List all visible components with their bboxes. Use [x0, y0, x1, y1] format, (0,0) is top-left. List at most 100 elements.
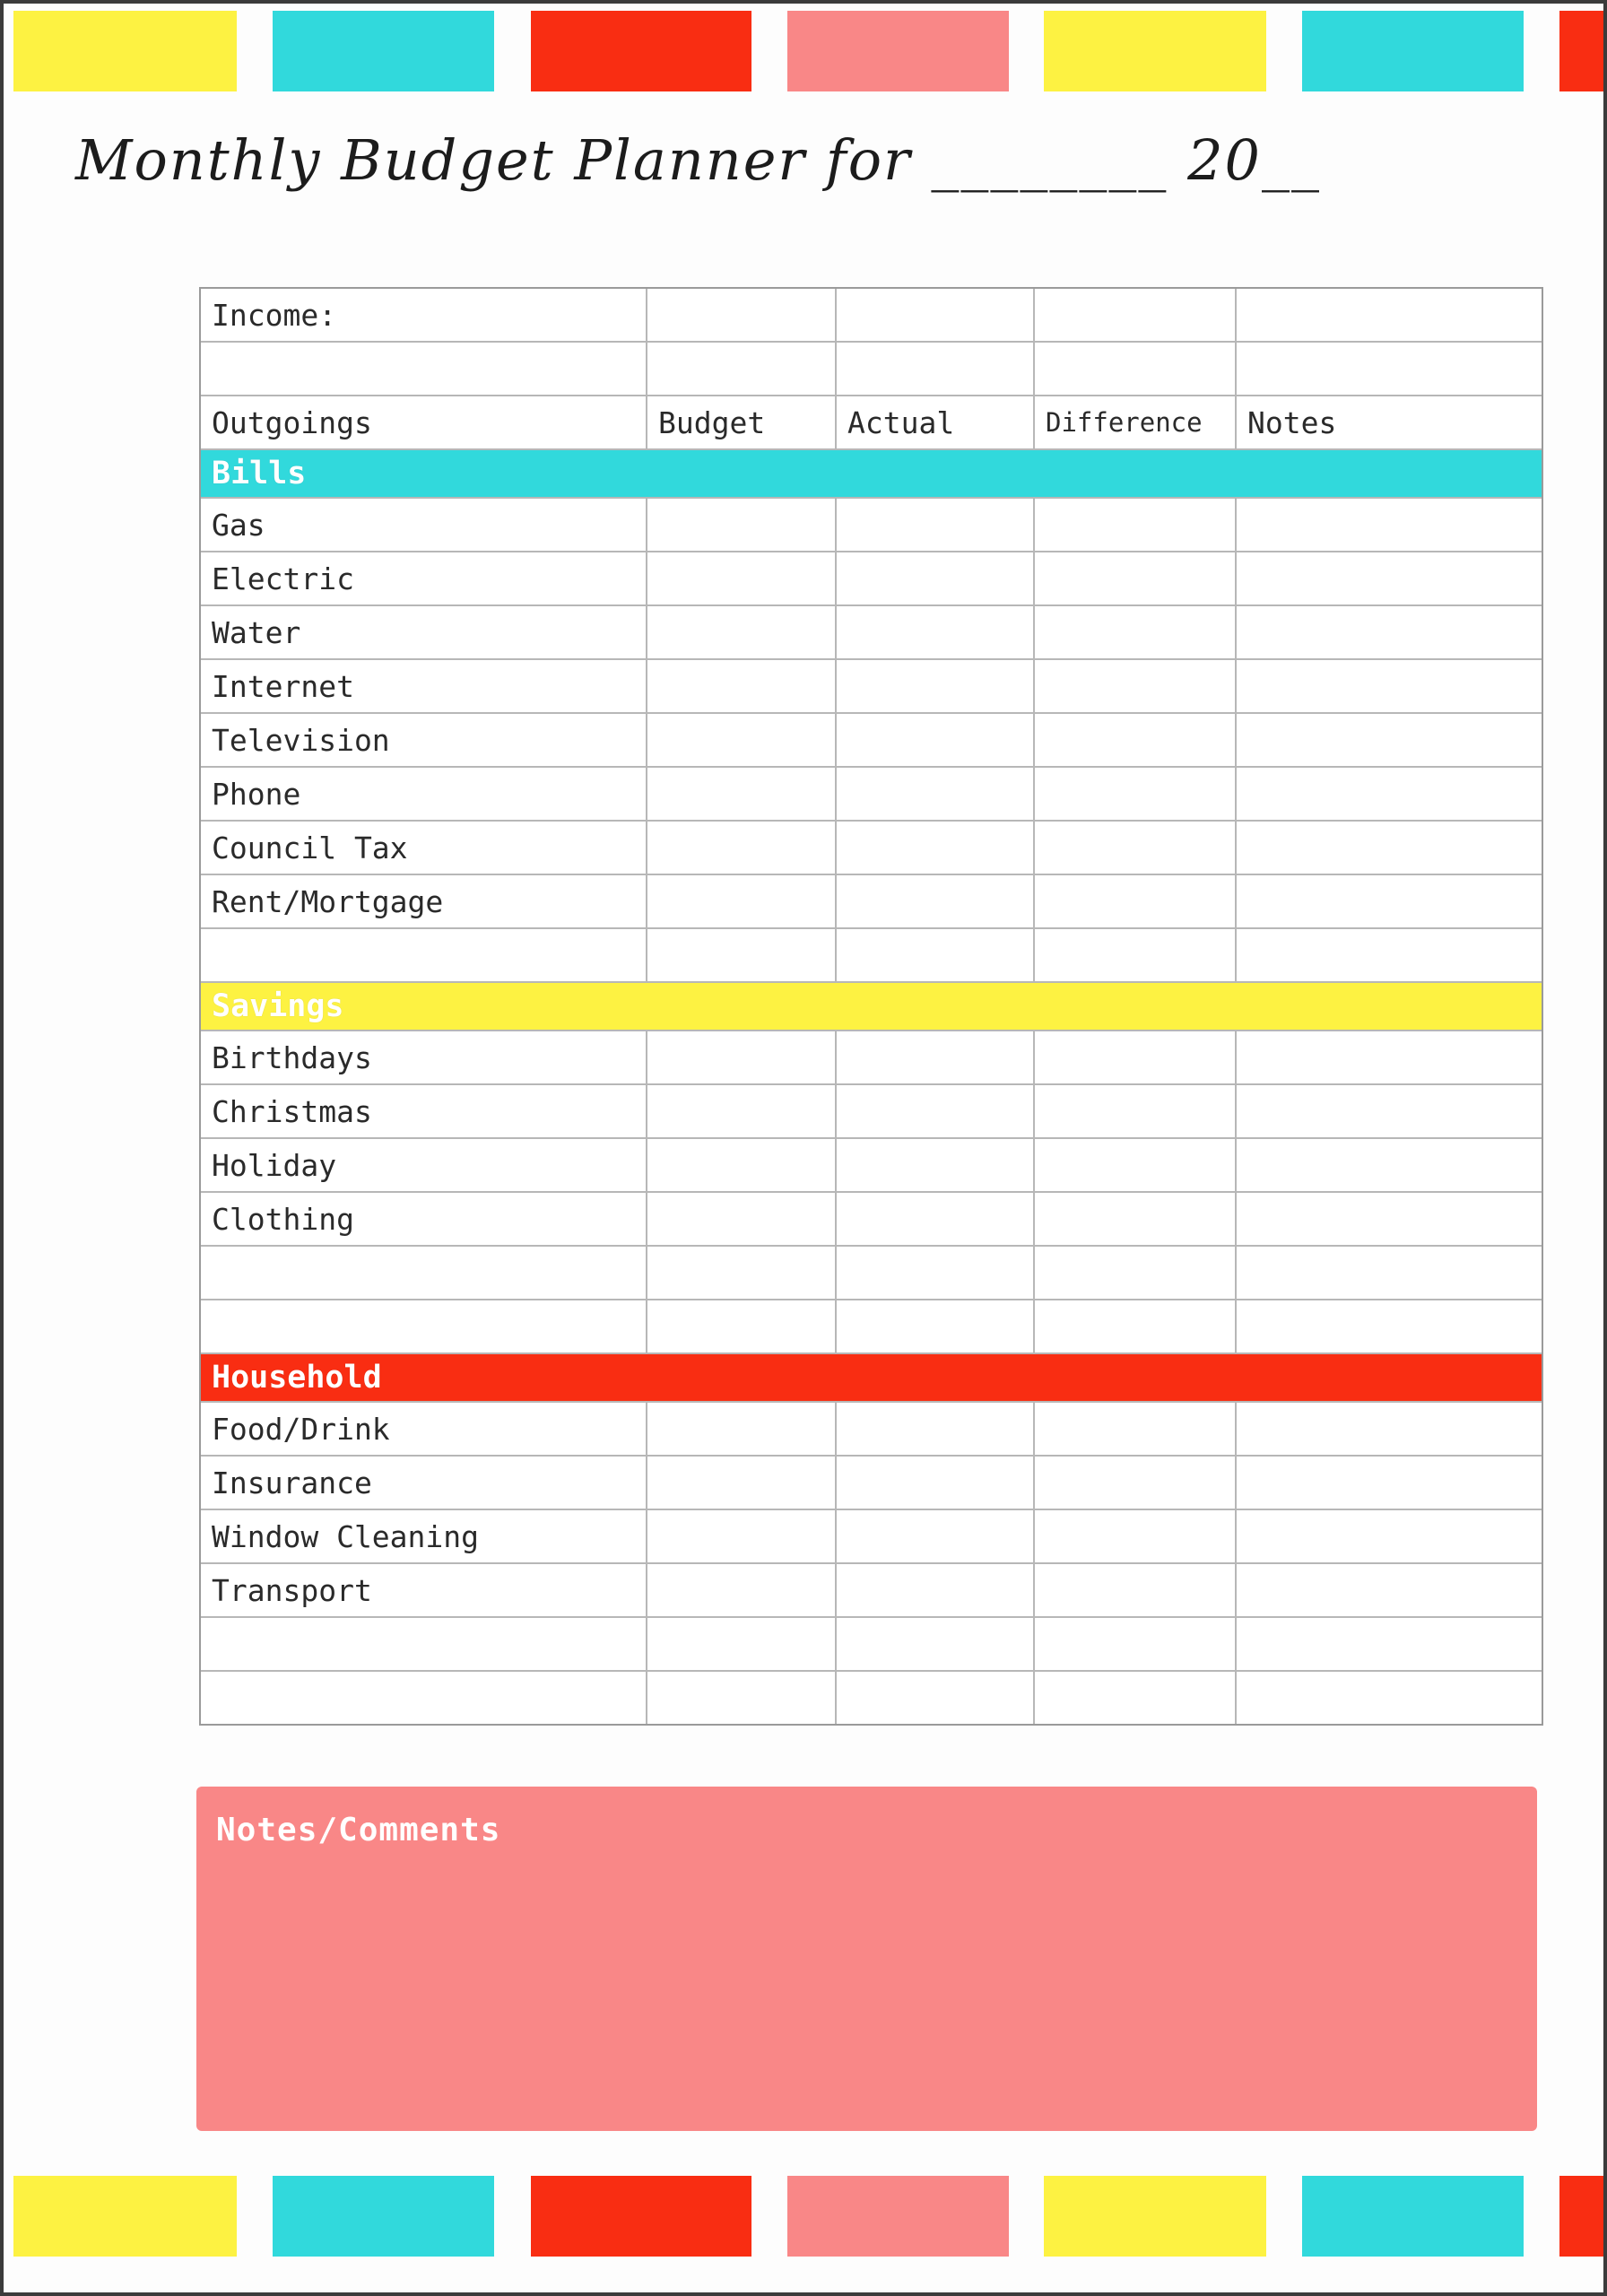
row-bills-2-notes-cell[interactable] — [1237, 606, 1542, 660]
income-blank-row-notes-cell[interactable] — [1237, 343, 1542, 396]
row-household-blank-0-actual-cell[interactable] — [837, 1618, 1035, 1672]
income-blank-row-actual-cell[interactable] — [837, 343, 1035, 396]
row-savings-2-budget-cell[interactable] — [647, 1139, 837, 1193]
row-bills-3-actual-cell[interactable] — [837, 660, 1035, 714]
row-savings-3-actual-cell[interactable] — [837, 1193, 1035, 1247]
income-blank-row-difference-cell[interactable] — [1035, 343, 1237, 396]
row-bills-2-actual-cell[interactable] — [837, 606, 1035, 660]
row-savings-blank-1-actual-cell[interactable] — [837, 1300, 1035, 1354]
row-savings-blank-1-difference-cell[interactable] — [1035, 1300, 1237, 1354]
label-bills-blank-0[interactable] — [201, 929, 647, 983]
row-household-1-difference-cell[interactable] — [1035, 1457, 1237, 1510]
row-bills-3-notes-cell[interactable] — [1237, 660, 1542, 714]
row-bills-7-actual-cell[interactable] — [837, 875, 1035, 929]
row-bills-blank-0-budget-cell[interactable] — [647, 929, 837, 983]
row-household-blank-1-notes-cell[interactable] — [1237, 1672, 1542, 1724]
row-savings-2-actual-cell[interactable] — [837, 1139, 1035, 1193]
row-savings-0-actual-cell[interactable] — [837, 1031, 1035, 1085]
row-bills-0-notes-cell[interactable] — [1237, 499, 1542, 552]
row-household-0-actual-cell[interactable] — [837, 1403, 1035, 1457]
row-bills-2-budget-cell[interactable] — [647, 606, 837, 660]
income-row-actual-cell[interactable] — [837, 289, 1035, 343]
row-bills-1-difference-cell[interactable] — [1035, 552, 1237, 606]
notes-comments-panel[interactable]: Notes/Comments — [196, 1787, 1537, 2131]
row-bills-1-actual-cell[interactable] — [837, 552, 1035, 606]
row-savings-blank-0-notes-cell[interactable] — [1237, 1247, 1542, 1300]
row-household-blank-1-budget-cell[interactable] — [647, 1672, 837, 1724]
row-savings-blank-1-notes-cell[interactable] — [1237, 1300, 1542, 1354]
row-bills-blank-0-actual-cell[interactable] — [837, 929, 1035, 983]
income-row-difference-cell[interactable] — [1035, 289, 1237, 343]
row-bills-3-difference-cell[interactable] — [1035, 660, 1237, 714]
row-household-2-notes-cell[interactable] — [1237, 1510, 1542, 1564]
row-bills-2-difference-cell[interactable] — [1035, 606, 1237, 660]
row-household-blank-0-difference-cell[interactable] — [1035, 1618, 1237, 1672]
row-bills-blank-0-notes-cell[interactable] — [1237, 929, 1542, 983]
row-bills-0-budget-cell[interactable] — [647, 499, 837, 552]
row-savings-1-budget-cell[interactable] — [647, 1085, 837, 1139]
row-savings-2-difference-cell[interactable] — [1035, 1139, 1237, 1193]
row-bills-0-difference-cell[interactable] — [1035, 499, 1237, 552]
row-savings-3-budget-cell[interactable] — [647, 1193, 837, 1247]
row-household-blank-0-budget-cell[interactable] — [647, 1618, 837, 1672]
row-savings-2-notes-cell[interactable] — [1237, 1139, 1542, 1193]
row-household-blank-1-actual-cell[interactable] — [837, 1672, 1035, 1724]
row-bills-7-difference-cell[interactable] — [1035, 875, 1237, 929]
row-household-2-budget-cell[interactable] — [647, 1510, 837, 1564]
row-bills-3-budget-cell[interactable] — [647, 660, 837, 714]
row-savings-blank-1-budget-cell[interactable] — [647, 1300, 837, 1354]
row-household-3-budget-cell[interactable] — [647, 1564, 837, 1618]
row-savings-1-actual-cell[interactable] — [837, 1085, 1035, 1139]
row-household-3-actual-cell[interactable] — [837, 1564, 1035, 1618]
row-household-1-actual-cell[interactable] — [837, 1457, 1035, 1510]
label-savings-blank-1[interactable] — [201, 1300, 647, 1354]
row-household-blank-0-notes-cell[interactable] — [1237, 1618, 1542, 1672]
row-bills-0-actual-cell[interactable] — [837, 499, 1035, 552]
row-savings-0-budget-cell[interactable] — [647, 1031, 837, 1085]
row-bills-6-budget-cell[interactable] — [647, 822, 837, 875]
row-savings-1-notes-cell[interactable] — [1237, 1085, 1542, 1139]
row-bills-4-budget-cell[interactable] — [647, 714, 837, 768]
row-household-3-difference-cell[interactable] — [1035, 1564, 1237, 1618]
label-household-blank-1[interactable] — [201, 1672, 647, 1724]
row-bills-7-notes-cell[interactable] — [1237, 875, 1542, 929]
row-savings-3-notes-cell[interactable] — [1237, 1193, 1542, 1247]
income-row-notes-cell[interactable] — [1237, 289, 1542, 343]
notes-comments-input[interactable] — [216, 1848, 1472, 2118]
income-blank-row-budget-cell[interactable] — [647, 343, 837, 396]
label-household-blank-0[interactable] — [201, 1618, 647, 1672]
row-bills-4-notes-cell[interactable] — [1237, 714, 1542, 768]
row-household-0-notes-cell[interactable] — [1237, 1403, 1542, 1457]
row-savings-0-notes-cell[interactable] — [1237, 1031, 1542, 1085]
row-household-2-actual-cell[interactable] — [837, 1510, 1035, 1564]
income-row-budget-cell[interactable] — [647, 289, 837, 343]
row-savings-3-difference-cell[interactable] — [1035, 1193, 1237, 1247]
row-household-2-difference-cell[interactable] — [1035, 1510, 1237, 1564]
row-household-3-notes-cell[interactable] — [1237, 1564, 1542, 1618]
row-savings-1-difference-cell[interactable] — [1035, 1085, 1237, 1139]
row-savings-blank-0-budget-cell[interactable] — [647, 1247, 837, 1300]
income-blank-label[interactable] — [201, 343, 647, 396]
row-bills-6-notes-cell[interactable] — [1237, 822, 1542, 875]
row-savings-blank-0-difference-cell[interactable] — [1035, 1247, 1237, 1300]
row-bills-5-difference-cell[interactable] — [1035, 768, 1237, 822]
row-household-0-difference-cell[interactable] — [1035, 1403, 1237, 1457]
row-savings-blank-0-actual-cell[interactable] — [837, 1247, 1035, 1300]
row-savings-0-difference-cell[interactable] — [1035, 1031, 1237, 1085]
row-bills-1-notes-cell[interactable] — [1237, 552, 1542, 606]
row-bills-4-difference-cell[interactable] — [1035, 714, 1237, 768]
row-bills-6-actual-cell[interactable] — [837, 822, 1035, 875]
row-bills-blank-0-difference-cell[interactable] — [1035, 929, 1237, 983]
row-household-1-budget-cell[interactable] — [647, 1457, 837, 1510]
label-savings-blank-0[interactable] — [201, 1247, 647, 1300]
row-bills-5-actual-cell[interactable] — [837, 768, 1035, 822]
row-household-0-budget-cell[interactable] — [647, 1403, 837, 1457]
row-household-blank-1-difference-cell[interactable] — [1035, 1672, 1237, 1724]
row-bills-5-notes-cell[interactable] — [1237, 768, 1542, 822]
row-bills-7-budget-cell[interactable] — [647, 875, 837, 929]
row-bills-4-actual-cell[interactable] — [837, 714, 1035, 768]
row-household-1-notes-cell[interactable] — [1237, 1457, 1542, 1510]
row-bills-5-budget-cell[interactable] — [647, 768, 837, 822]
row-bills-1-budget-cell[interactable] — [647, 552, 837, 606]
row-bills-6-difference-cell[interactable] — [1035, 822, 1237, 875]
